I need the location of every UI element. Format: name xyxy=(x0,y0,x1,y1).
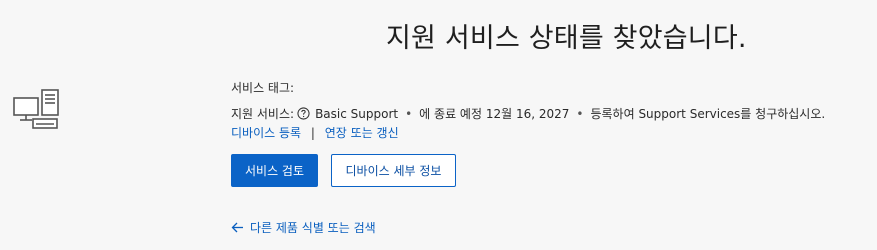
identify-other-product-link[interactable]: 다른 제품 식별 또는 검색 xyxy=(231,219,376,236)
extend-renew-link[interactable]: 연장 또는 갱신 xyxy=(325,126,399,140)
link-divider: | xyxy=(310,126,315,140)
separator-dot: • xyxy=(405,106,413,121)
device-details-button[interactable]: 디바이스 세부 정보 xyxy=(331,154,456,187)
arrow-left-icon xyxy=(231,222,243,233)
register-device-link[interactable]: 디바이스 등록 xyxy=(231,126,301,140)
support-service-label: 지원 서비스: xyxy=(231,107,295,121)
desktop-computer-icon xyxy=(13,89,59,129)
help-circle-icon[interactable] xyxy=(297,107,310,120)
page-title: 지원 서비스 상태를 찾았습니다. xyxy=(386,23,747,54)
identify-other-product-label: 다른 제품 식별 또는 검색 xyxy=(250,221,376,235)
service-links: 디바이스 등록 | 연장 또는 갱신 xyxy=(231,124,399,141)
register-note: 등록하여 Support Services를 청구하십시오. xyxy=(590,107,826,121)
support-plan: Basic Support xyxy=(315,106,399,121)
support-service-row: 지원 서비스: Basic Support • 에 종료 예정 12월 16, … xyxy=(231,105,825,122)
service-tag-label: 서비스 태그: xyxy=(231,81,295,95)
support-expiry: 에 종료 예정 12월 16, 2027 xyxy=(419,107,570,121)
separator-dot: • xyxy=(576,106,584,121)
review-service-button[interactable]: 서비스 검토 xyxy=(231,154,318,187)
